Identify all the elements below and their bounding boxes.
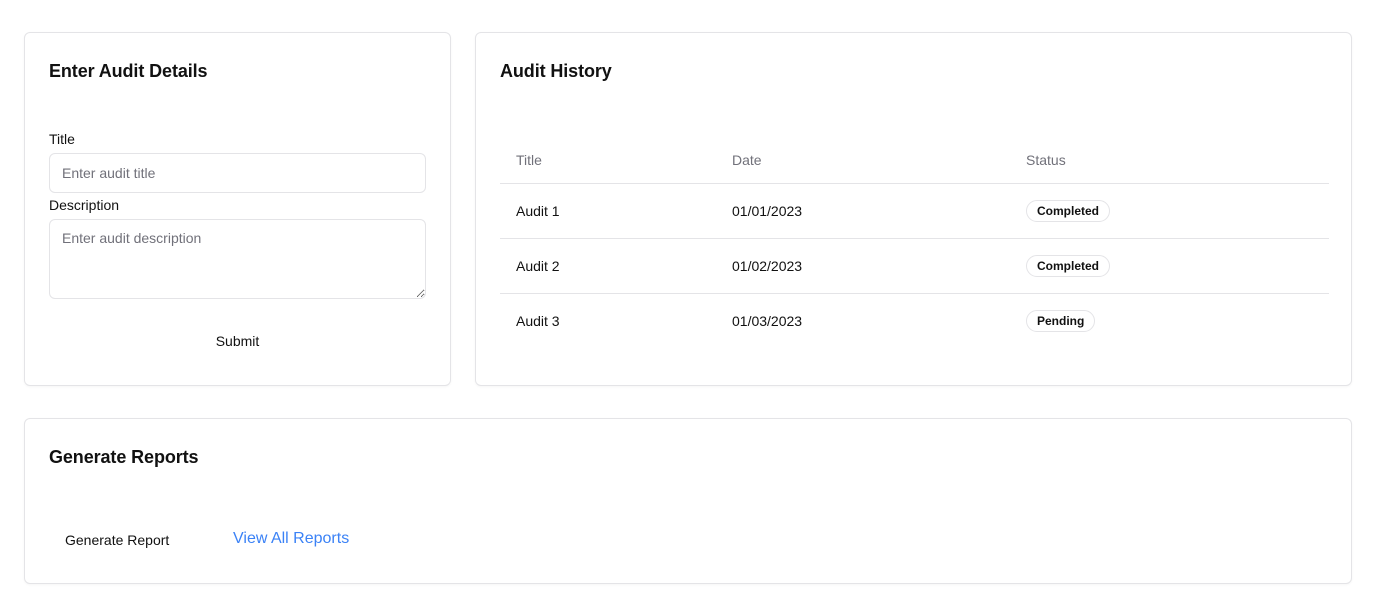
submit-button[interactable]: Submit — [49, 325, 426, 357]
row-title: Audit 2 — [500, 238, 716, 294]
row-date: 01/01/2023 — [716, 183, 1010, 239]
audit-details-heading: Enter Audit Details — [49, 61, 208, 81]
title-label: Title — [49, 131, 75, 147]
status-badge: Pending — [1026, 309, 1096, 332]
audit-title-input[interactable] — [49, 153, 426, 193]
row-status: Completed — [1010, 183, 1329, 239]
column-header-status: Status — [1010, 137, 1329, 184]
audit-description-input[interactable] — [49, 219, 426, 299]
description-label: Description — [49, 197, 120, 213]
table-row: Audit 1 01/01/2023 Completed — [500, 183, 1329, 239]
view-all-reports-link[interactable]: View All Reports — [233, 530, 349, 548]
column-header-title: Title — [500, 137, 716, 184]
row-date: 01/03/2023 — [732, 312, 803, 329]
generate-reports-card: Generate Reports Generate Report View Al… — [24, 418, 1352, 584]
audit-history-card: Audit History Title Date Status Audit 1 … — [475, 32, 1352, 386]
generate-report-button[interactable]: Generate Report — [49, 523, 185, 557]
row-title: Audit 1 — [500, 183, 716, 239]
audit-history-table: Title Date Status Audit 1 01/01/2023 Com… — [500, 137, 1329, 348]
audit-details-card: Enter Audit Details Title Description Su… — [24, 32, 451, 386]
table-header-row: Title Date Status — [500, 137, 1329, 184]
row-status: Pending — [1010, 293, 1329, 348]
row-title: Audit 3 — [516, 312, 560, 329]
row-date: 01/02/2023 — [716, 238, 1010, 294]
row-status: Completed — [1010, 238, 1329, 294]
status-badge: Completed — [1026, 254, 1111, 277]
audit-history-heading: Audit History — [500, 61, 612, 81]
table-row: Audit 2 01/02/2023 Completed — [500, 238, 1329, 294]
status-badge: Completed — [1026, 199, 1111, 222]
column-header-date: Date — [716, 137, 1010, 184]
table-row: Audit 3 01/03/2023 Pending — [500, 293, 1329, 348]
generate-reports-heading: Generate Reports — [49, 447, 199, 467]
